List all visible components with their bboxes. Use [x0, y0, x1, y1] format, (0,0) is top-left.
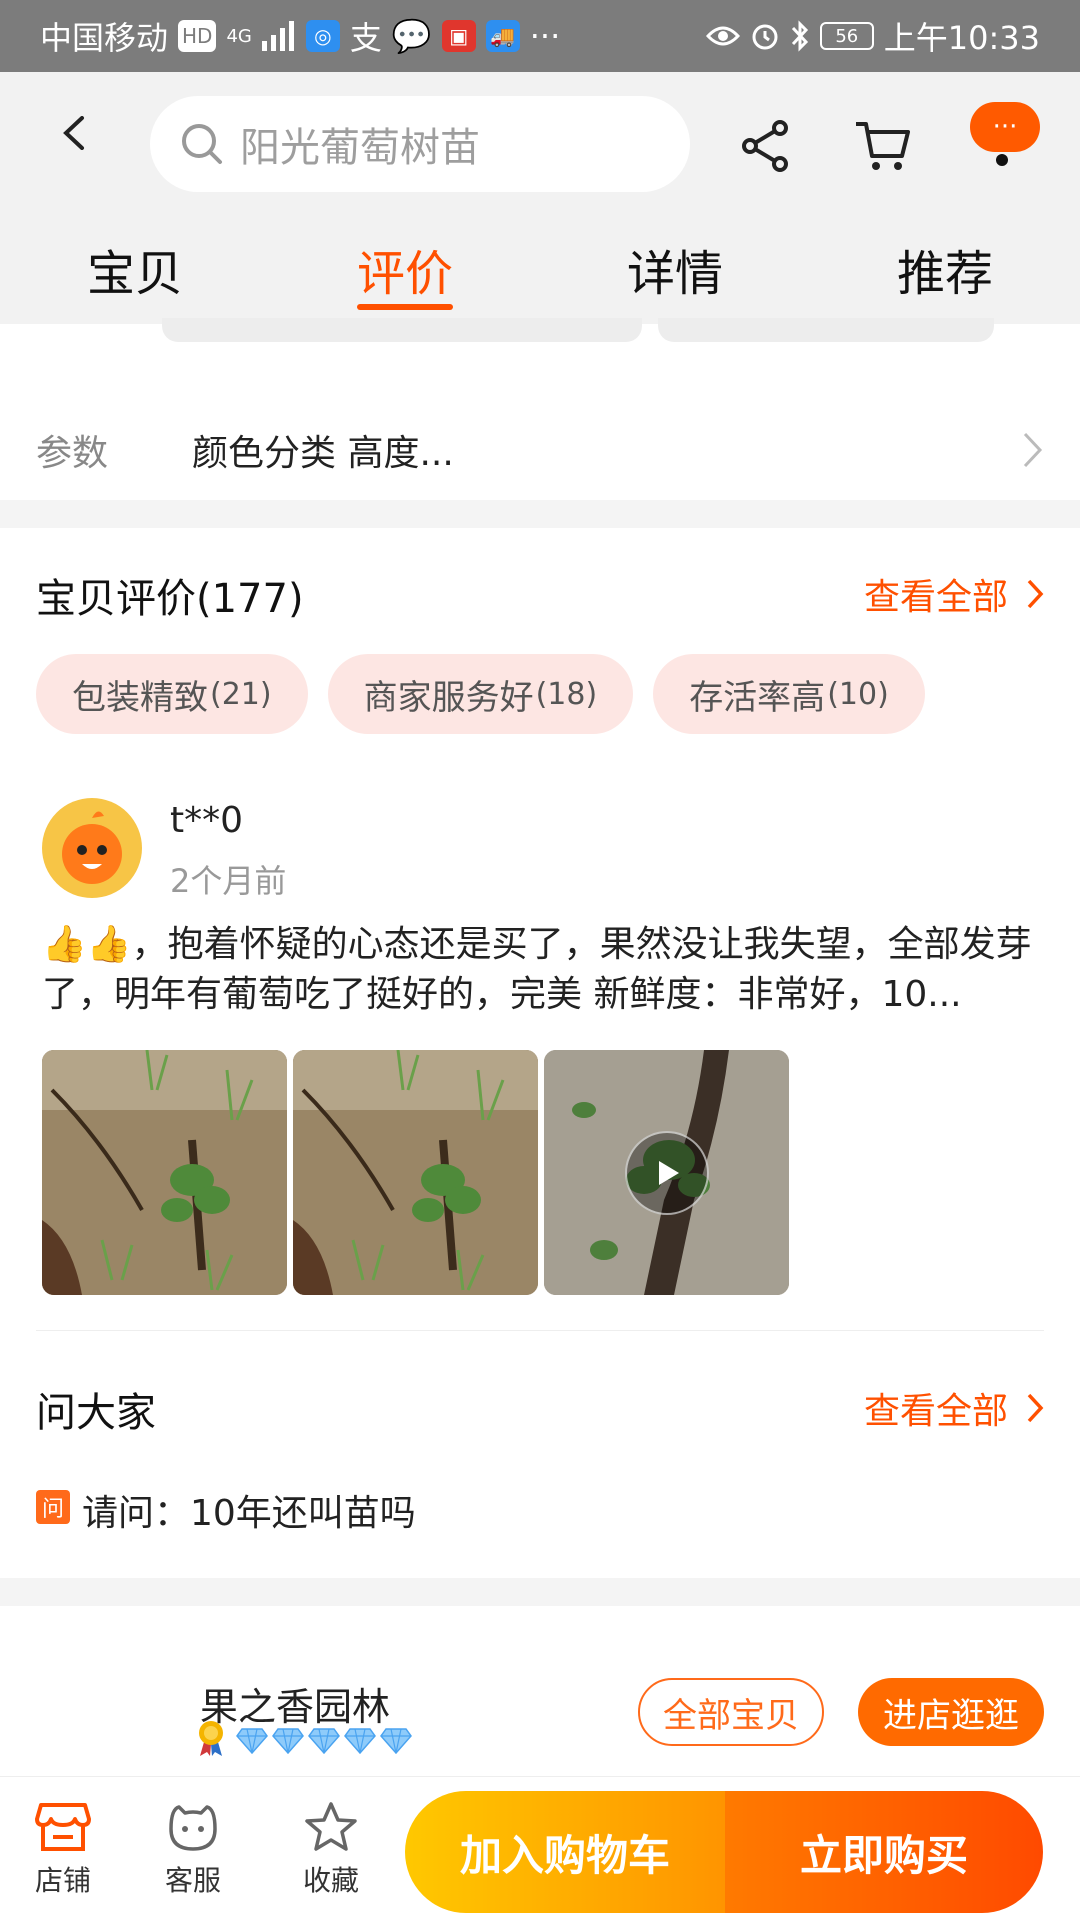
avatar[interactable] [42, 798, 142, 898]
review-video-thumbnail[interactable] [544, 1050, 789, 1295]
star-icon [305, 1802, 357, 1851]
play-icon[interactable] [624, 1130, 709, 1215]
review-photos [42, 1050, 789, 1295]
network-label: 4G [226, 25, 252, 47]
section-separator [0, 500, 1080, 528]
review-text[interactable]: 👍👍，抱着怀疑的心态还是买了，果然没让我失望，全部发芽了，明年有葡萄吃了挺好的，… [42, 920, 1042, 1020]
review-username: t**0 [170, 800, 244, 841]
shop-app-icon: ▣ [441, 20, 476, 52]
favorite-button[interactable]: 收藏 [276, 1801, 386, 1899]
tab-reviews[interactable]: 评价 [270, 194, 540, 324]
more-notifications: ··· [529, 17, 561, 55]
delivery-icon: 🚚 [485, 20, 520, 52]
top-header: 阳光葡萄树苗 ··· [0, 72, 1080, 194]
customer-service-button[interactable]: 客服 [138, 1801, 248, 1899]
qa-view-all-link[interactable]: 查看全部 [864, 1382, 1044, 1434]
enter-shop-button[interactable]: 进店逛逛 [858, 1678, 1044, 1746]
store-icon [35, 1803, 91, 1851]
chevron-right-icon [1023, 432, 1043, 468]
search-bar[interactable]: 阳光葡萄树苗 [150, 96, 690, 192]
notification-dot [996, 154, 1008, 166]
diamond-icon [380, 1728, 412, 1754]
view-all-label: 查看全部 [863, 577, 1008, 618]
status-bar: 中国移动 HD 4G ◎ 支 💬 ▣ 🚚 ··· 56 上午10:33 [0, 0, 1080, 72]
buy-now-button[interactable]: 立即购买 [725, 1791, 1043, 1913]
battery-icon: 56 [819, 22, 874, 50]
add-to-cart-button[interactable]: 加入购物车 [405, 1791, 725, 1913]
review-tag[interactable]: 商家服务好 (18) [327, 654, 634, 734]
tab-details[interactable]: 详情 [540, 194, 810, 324]
back-icon[interactable] [58, 116, 92, 150]
message-icon: 💬 [391, 17, 432, 55]
diamond-icon [272, 1728, 304, 1754]
favorite-label: 收藏 [302, 1864, 359, 1897]
qa-question[interactable]: 请问：10年还叫苗吗 [82, 1484, 416, 1536]
diamond-icon [236, 1728, 268, 1754]
search-placeholder: 阳光葡萄树苗 [240, 125, 480, 171]
service-icon [169, 1805, 217, 1851]
diamond-icon [308, 1728, 340, 1754]
browser-icon: ◎ [305, 20, 340, 52]
view-all-label: 查看全部 [863, 1391, 1008, 1432]
signal-icon [261, 21, 294, 51]
params-value: 颜色分类 高度... [192, 433, 454, 474]
store-label: 店铺 [34, 1864, 91, 1897]
review-photo[interactable] [293, 1050, 538, 1295]
tab-bar: 宝贝 评价 详情 推荐 [0, 194, 1080, 324]
tab-recommend[interactable]: 推荐 [810, 194, 1080, 324]
params-label: 参数 [36, 433, 109, 474]
review-tag-list: 包装精致 (21) 商家服务好 (18) 存活率高 (10) [36, 654, 925, 734]
chevron-right-icon [1027, 579, 1044, 609]
alipay-icon: 支 [349, 19, 382, 57]
medal-icon [199, 1721, 223, 1756]
review-photo[interactable] [42, 1050, 287, 1295]
review-tag[interactable]: 存活率高 (10) [653, 654, 925, 734]
more-menu-button[interactable]: ··· [970, 102, 1040, 152]
alarm-icon [752, 24, 778, 50]
bottom-action-bar: 店铺 客服 收藏 加入购物车 立即购买 [0, 1776, 1080, 1920]
bluetooth-icon [791, 20, 808, 52]
divider [36, 1330, 1044, 1331]
chevron-right-icon [1027, 1393, 1044, 1423]
question-badge: 问 [36, 1490, 70, 1524]
review-tag[interactable]: 包装精致 (21) [36, 654, 308, 734]
hd-icon: HD [178, 20, 217, 52]
shop-rating [236, 1728, 412, 1754]
store-button[interactable]: 店铺 [8, 1801, 118, 1899]
qa-title: 问大家 [36, 1390, 156, 1436]
shop-name[interactable]: 果之香园林 [200, 1676, 390, 1731]
clock: 上午10:33 [883, 19, 1040, 57]
card-edge [658, 318, 994, 342]
cart-icon[interactable] [852, 116, 912, 176]
section-separator [0, 1578, 1080, 1606]
review-time: 2个月前 [170, 862, 287, 900]
all-items-button[interactable]: 全部宝贝 [638, 1678, 824, 1746]
reviews-title: 宝贝评价(177) [36, 576, 304, 622]
search-icon [182, 124, 222, 164]
carrier-label: 中国移动 [40, 19, 169, 57]
tab-product[interactable]: 宝贝 [0, 194, 270, 324]
eye-icon [705, 26, 740, 46]
params-row[interactable]: 参数 颜色分类 高度... [0, 400, 1080, 500]
diamond-icon [344, 1728, 376, 1754]
reviews-view-all-link[interactable]: 查看全部 [864, 568, 1044, 620]
service-label: 客服 [164, 1864, 221, 1897]
share-icon[interactable] [736, 116, 796, 176]
card-edge [162, 318, 642, 342]
